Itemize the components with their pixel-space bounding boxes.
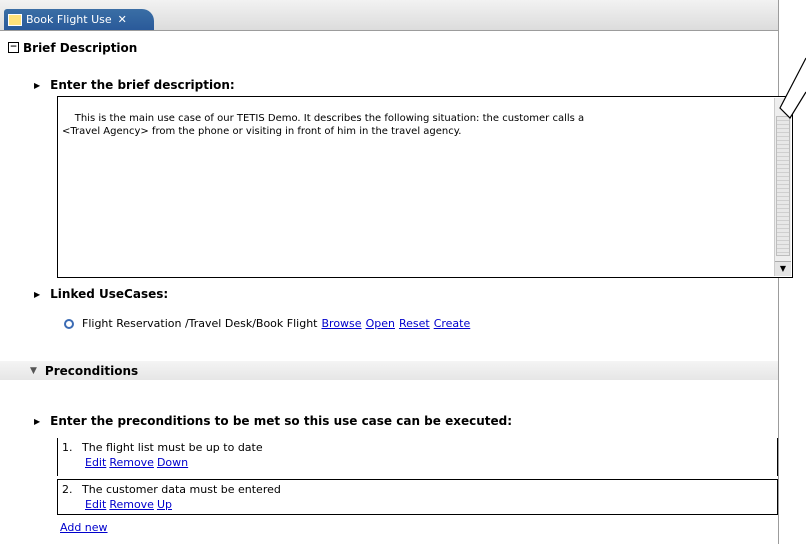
expand-triangle-icon: ▶ xyxy=(34,289,41,299)
edit-link[interactable]: Edit xyxy=(85,498,106,511)
linked-usecases-label: ▶ Linked UseCases: xyxy=(34,287,168,301)
item-number: 1. xyxy=(62,441,73,454)
chevron-down-icon[interactable]: ▼ xyxy=(30,366,37,376)
section-title: Preconditions xyxy=(44,363,139,378)
tab-label: Book Flight Use xyxy=(26,13,112,26)
expand-triangle-icon: ▶ xyxy=(34,416,41,426)
down-link[interactable]: Down xyxy=(157,456,188,469)
edit-link[interactable]: Edit xyxy=(85,456,106,469)
precondition-item[interactable]: 1. The flight list must be up to date Edi… xyxy=(57,438,778,476)
open-link[interactable]: Open xyxy=(366,317,395,330)
tab-book-flight[interactable]: Book Flight Use ✕ xyxy=(4,9,154,30)
section-title: Brief Description xyxy=(23,40,138,55)
brief-field-label: ▶ Enter the brief description: xyxy=(34,78,235,92)
use-case-icon xyxy=(8,13,22,26)
brief-description-textarea[interactable]: This is the main use case of our TETIS D… xyxy=(57,96,793,278)
create-link[interactable]: Create xyxy=(434,317,471,330)
linked-usecase-row: Flight Reservation /Travel Desk/Book Fli… xyxy=(64,317,470,330)
item-number: 2. xyxy=(62,483,73,496)
brief-description-text: This is the main use case of our TETIS D… xyxy=(62,113,585,137)
remove-link[interactable]: Remove xyxy=(109,456,154,469)
expand-triangle-icon: ▶ xyxy=(34,80,41,90)
use-case-link-icon xyxy=(64,318,74,329)
section-preconditions[interactable]: ▼ Preconditions xyxy=(0,361,778,380)
close-icon[interactable]: ✕ xyxy=(118,13,127,26)
item-text: The customer data must be entered xyxy=(82,483,281,496)
use-case-editor: Book Flight Use ✕ − Brief Description ▶ … xyxy=(0,0,793,544)
remove-link[interactable]: Remove xyxy=(109,498,154,511)
add-new-link[interactable]: Add new xyxy=(60,521,108,534)
preconditions-field-label: ▶ Enter the preconditions to be met so t… xyxy=(34,414,512,428)
brief-label-text: Enter the brief description: xyxy=(50,78,235,92)
preconditions-label-text: Enter the preconditions to be met so thi… xyxy=(50,414,513,428)
browse-link[interactable]: Browse xyxy=(322,317,362,330)
callout-arrow-icon xyxy=(779,57,806,119)
reset-link[interactable]: Reset xyxy=(399,317,430,330)
up-link[interactable]: Up xyxy=(157,498,172,511)
linked-path: Flight Reservation /Travel Desk/Book Fli… xyxy=(82,317,318,330)
editor-tab-bar: Book Flight Use ✕ xyxy=(0,0,778,31)
item-text: The flight list must be up to date xyxy=(82,441,263,454)
section-brief-description[interactable]: − Brief Description xyxy=(0,38,778,57)
linked-label-text: Linked UseCases: xyxy=(50,287,169,301)
precondition-item[interactable]: 2. The customer data must be entered Edit… xyxy=(57,479,778,515)
collapse-icon[interactable]: − xyxy=(8,42,19,53)
